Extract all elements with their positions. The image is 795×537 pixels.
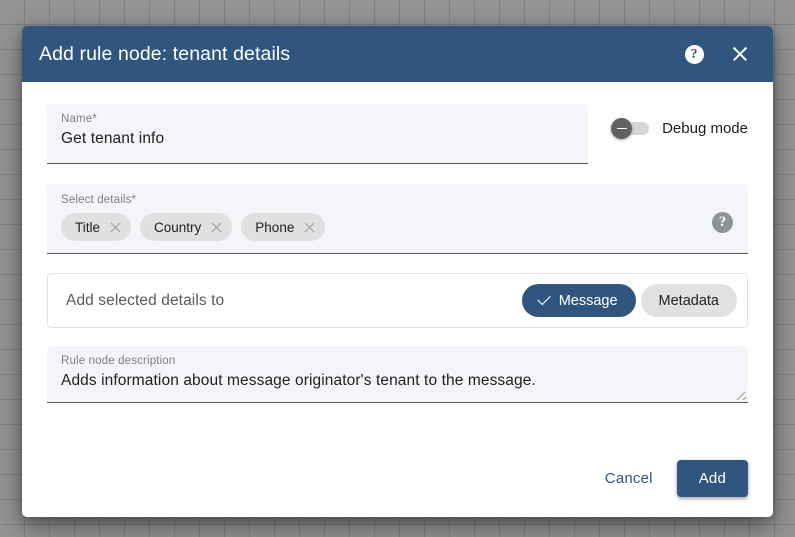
chip[interactable]: Phone [241,213,326,241]
chip-remove-icon[interactable] [210,221,223,234]
destination-option-message-label: Message [558,292,618,309]
debug-mode-toggle[interactable]: Debug mode [611,118,748,139]
chip-remove-icon[interactable] [109,221,122,234]
destination-option-metadata[interactable]: Metadata [640,284,737,317]
textarea-resize-handle[interactable] [734,388,746,400]
cancel-button[interactable]: Cancel [589,461,669,496]
check-icon [536,293,551,308]
destination-option-metadata-label: Metadata [658,292,719,309]
toggle-knob [611,118,633,139]
description-label: Rule node description [61,355,176,367]
add-selected-details-to-label: Add selected details to [66,291,225,309]
dialog-title: Add rule node: tenant details [39,42,291,65]
name-input[interactable]: Name* Get tenant info [47,104,589,164]
name-input-value: Get tenant info [61,130,165,147]
chip[interactable]: Title [61,213,132,241]
select-details-help-icon[interactable]: ? [712,212,733,233]
destination-option-message[interactable]: Message [521,284,636,317]
select-details-field[interactable]: Select details* Title Country Phone ? [47,184,748,254]
debug-mode-label: Debug mode [662,120,748,137]
dialog-titlebar: Add rule node: tenant details ? [22,26,773,82]
select-details-chip-list: Title Country Phone [61,213,712,241]
chip-label: Country [154,219,202,235]
description-textarea[interactable]: Rule node description Adds information a… [47,346,748,403]
name-input-label: Name* [61,113,97,125]
chip-remove-icon[interactable] [303,221,316,234]
select-details-label: Select details* [61,194,137,206]
chip-label: Title [75,219,101,235]
add-selected-details-to-card: Add selected details to Message Metadata [47,273,748,328]
close-icon [731,45,749,63]
add-button[interactable]: Add [676,459,748,497]
help-button[interactable]: ? [677,37,711,71]
help-icon: ? [684,44,704,64]
dialog-footer: Cancel Add [22,445,773,517]
close-button[interactable] [723,37,757,71]
toggle-switch-icon [611,118,650,139]
chip-label: Phone [255,219,295,235]
description-value: Adds information about message originato… [61,372,536,389]
destination-toggle-group: Message Metadata [521,284,737,317]
add-rule-node-dialog: Add rule node: tenant details ? Name* Ge… [22,26,773,517]
select-details-content: Select details* Title Country Phone [61,193,712,241]
dialog-body: Name* Get tenant info Debug mode Select … [22,82,773,445]
chip[interactable]: Country [140,213,233,241]
name-row: Name* Get tenant info Debug mode [47,104,748,164]
